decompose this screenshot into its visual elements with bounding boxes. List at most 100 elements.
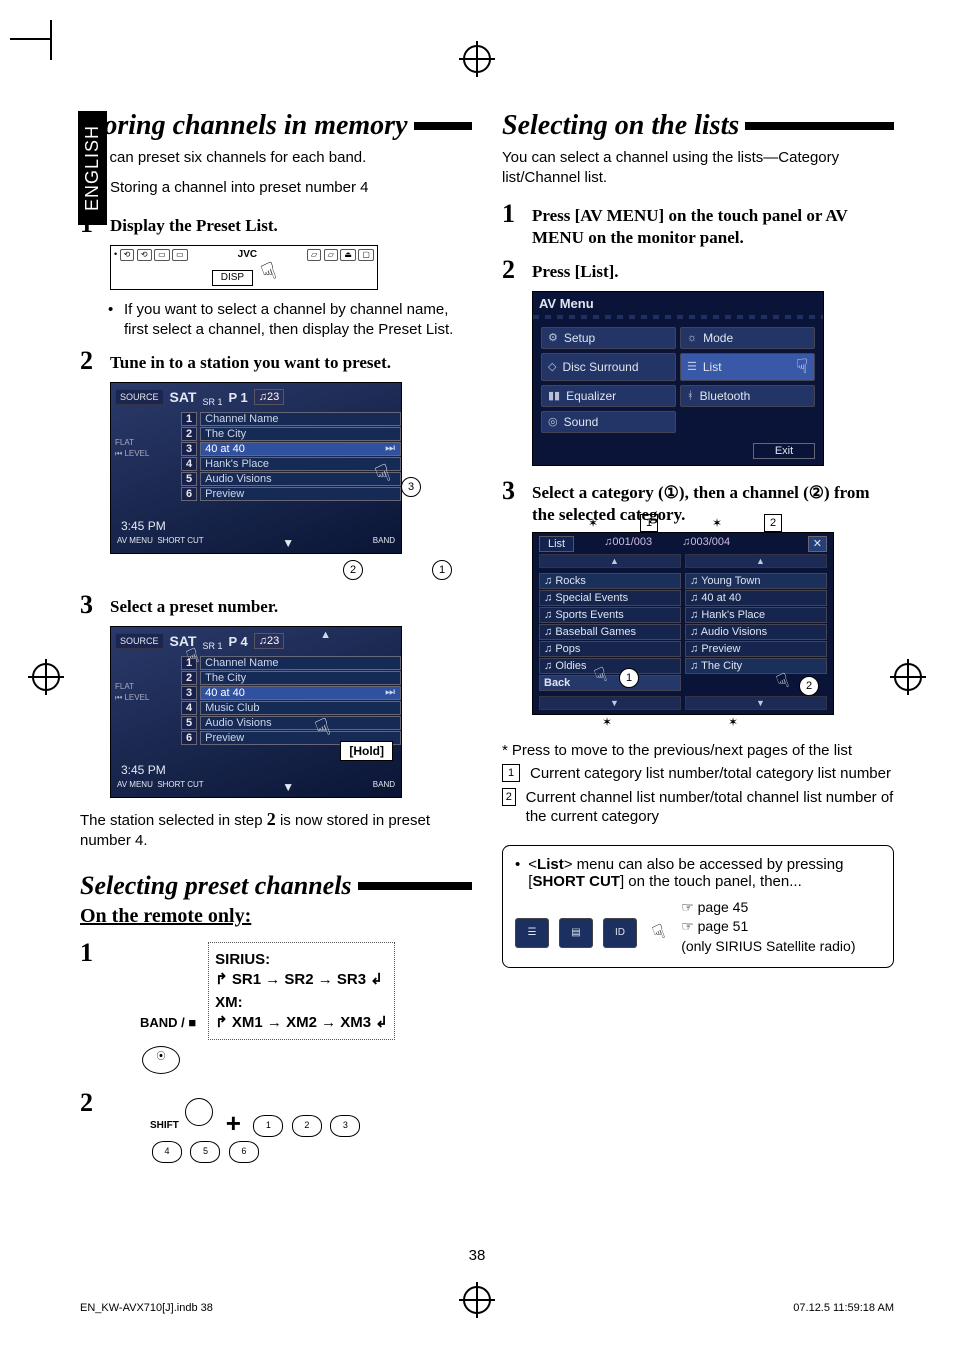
registration-mark-top (463, 45, 491, 73)
list-item[interactable]: ♫ Rocks (539, 573, 681, 589)
key-2: 2 (502, 788, 516, 806)
channel-box: ♫23 (254, 389, 285, 405)
list-item[interactable]: ♫ The City (685, 658, 827, 674)
close-button[interactable]: ✕ (808, 536, 827, 552)
preset-list[interactable]: 1Channel Name 2The City 340 at 40⏭ 4Musi… (181, 656, 401, 745)
heading-storing: Storing channels in memory (80, 110, 472, 142)
tip-box: • <List> menu can also be accessed by pr… (502, 845, 894, 968)
step-text: Display the Preset List. (110, 209, 472, 239)
shortcut-icon-1[interactable]: ☰ (515, 918, 549, 948)
menu-setup[interactable]: ⚙Setup (541, 327, 676, 349)
registration-mark-left (32, 663, 60, 691)
star-icon: ✶ (588, 516, 598, 530)
clock: 3:45 PM (121, 519, 166, 533)
tip-refs: ☞ page 45 ☞ page 51 (only SIRIUS Satelli… (681, 898, 855, 957)
list-item[interactable]: ♫ Pops (539, 641, 681, 657)
num-button-3[interactable]: 3 (330, 1115, 360, 1137)
list-item[interactable]: ♫ Sports Events (539, 607, 681, 623)
menu-mode[interactable]: ☼Mode (680, 327, 815, 349)
source-button[interactable]: SOURCE (115, 633, 164, 649)
channel-list[interactable]: ♫ Young Town ♫ 40 at 40 ♫ Hank's Place ♫… (685, 572, 827, 692)
hand-icon: ☟ (796, 357, 808, 377)
list-item[interactable]: ♫ Audio Visions (685, 624, 827, 640)
category-list[interactable]: ♫ Rocks ♫ Special Events ♫ Sports Events… (539, 572, 681, 692)
band-button[interactable]: ⦿ (142, 1046, 180, 1074)
callout-2: 2 (799, 676, 819, 696)
step-number: 2 (502, 255, 522, 285)
step-number: 3 (80, 590, 100, 620)
list-item[interactable]: ♫ Special Events (539, 590, 681, 606)
callout-box-2: 2 (764, 514, 782, 532)
brand-logo: JVC (238, 250, 257, 260)
page-number: 38 (469, 1247, 486, 1264)
step-2: 2 Tune in to a station you want to prese… (80, 346, 472, 376)
list-tab[interactable]: List (539, 536, 574, 552)
list-screen[interactable]: List ♫001/003 ♫003/004 ✕ ▲ ▲ ♫ Rocks ♫ S… (532, 532, 834, 715)
preset-indicator: P 1 (229, 390, 248, 405)
footer: EN_KW-AVX710[J].indb 38 07.12.5 11:59:18… (80, 1302, 894, 1314)
figure-screen-2: SOURCE SAT SR 1 P 4 ♫23 ▲ ☟ FLAT ⏮ LEVEL… (110, 626, 472, 798)
av-menu-screen[interactable]: AV Menu ⚙Setup ☼Mode ◇Disc Surround ☰Lis… (532, 291, 824, 466)
menu-sound[interactable]: ◎Sound (541, 411, 676, 433)
band-sequence-box: SIRIUS: ↱ SR1 → SR2 → SR3 ↲ XM: ↱ XM1 → … (208, 942, 395, 1040)
callout-box-1: 1 (640, 514, 658, 532)
language-tab: ENGLISH (78, 111, 107, 225)
bullet-channel-name: •If you want to select a channel by chan… (108, 300, 472, 341)
num-button-5[interactable]: 5 (190, 1141, 220, 1163)
num-button-6[interactable]: 6 (229, 1141, 259, 1163)
hand-icon: ☟ (258, 259, 280, 287)
preset-list[interactable]: 1Channel Name 2The City 340 at 40⏭ 4Hank… (181, 412, 401, 501)
channel-box: ♫23 (254, 633, 285, 649)
shortcut-icon-2[interactable]: ▤ (559, 918, 593, 948)
list-item[interactable]: ♫ Young Town (685, 573, 827, 589)
key-1: 1 (502, 764, 520, 782)
touch-screen[interactable]: SOURCE SAT SR 1 P 1 ♫23 FLAT ⏮ LEVEL 1Ch… (110, 382, 402, 554)
shift-button[interactable] (185, 1098, 213, 1126)
step-number: 3 (502, 476, 522, 526)
list-item[interactable]: ♫ 40 at 40 (685, 590, 827, 606)
sat-label: SAT (170, 389, 197, 405)
star-icon: ✶ (602, 715, 612, 729)
source-button[interactable]: SOURCE (115, 389, 164, 405)
hand-icon: ☟ (650, 921, 668, 944)
exit-button[interactable]: Exit (753, 443, 815, 459)
num-button-4[interactable]: 4 (152, 1141, 182, 1163)
list-item[interactable]: ♫ Oldies (539, 658, 681, 674)
menu-list[interactable]: ☰List☟ (680, 353, 815, 381)
preset-indicator: P 4 (229, 634, 248, 649)
list-item[interactable]: ♫ Preview (685, 641, 827, 657)
menu-disc-surround[interactable]: ◇Disc Surround (541, 353, 676, 381)
intro-example: Ex.: Storing a channel into preset numbe… (80, 178, 472, 198)
r-step-3: 3 Select a category (①), then a channel … (502, 476, 894, 526)
step-1: 1 Display the Preset List. (80, 209, 472, 239)
num-button-1[interactable]: 1 (253, 1115, 283, 1137)
clock: 3:45 PM (121, 763, 166, 777)
heading-sel-preset: Selecting preset channels (80, 871, 472, 901)
left-column: Storing channels in memory You can prese… (80, 110, 472, 1171)
page: ENGLISH Storing channels in memory You c… (0, 0, 954, 1354)
menu-bluetooth[interactable]: ᚼBluetooth (680, 385, 815, 407)
list-item[interactable]: ♫ Hank's Place (685, 607, 827, 623)
step-number: 2 (80, 1088, 100, 1165)
footer-filename: EN_KW-AVX710[J].indb 38 (80, 1302, 213, 1314)
r-step-2: 2 Press [List]. (502, 255, 894, 285)
intro-lists: You can select a channel using the lists… (502, 148, 894, 189)
figure-screen-1: SOURCE SAT SR 1 P 1 ♫23 FLAT ⏮ LEVEL 1Ch… (110, 382, 472, 580)
remote-step-2: 2 SHIFT + 1 2 3 4 5 6 (80, 1088, 472, 1165)
list-item[interactable]: ♫ Baseball Games (539, 624, 681, 640)
channel-counter: ♫003/004 (682, 536, 730, 552)
disp-button[interactable]: DISP (212, 270, 253, 286)
intro-preset: You can preset six channels for each ban… (80, 148, 472, 168)
av-menu-title: AV Menu (533, 292, 823, 315)
step-text: Select a preset number. (110, 590, 472, 620)
num-button-2[interactable]: 2 (292, 1115, 322, 1137)
touch-screen[interactable]: SOURCE SAT SR 1 P 4 ♫23 ▲ ☟ FLAT ⏮ LEVEL… (110, 626, 402, 798)
r-step-1: 1 Press [AV MENU] on the touch panel or … (502, 199, 894, 249)
shift-label: SHIFT (150, 1120, 179, 1131)
menu-equalizer[interactable]: ▮▮Equalizer (541, 385, 676, 407)
shortcut-icon-id[interactable]: ID (603, 918, 637, 948)
heading-sel-lists: Selecting on the lists (502, 110, 894, 142)
band-button-label: BAND / ■ (140, 1015, 196, 1030)
category-counter: ♫001/003 (604, 536, 652, 552)
callout-1: 1 (432, 560, 452, 580)
